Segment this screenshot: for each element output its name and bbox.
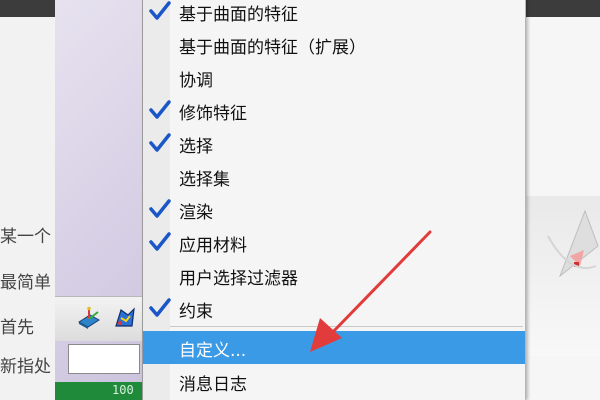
menu-item-label: 消息日志: [179, 375, 247, 395]
background-right-title-bar: [524, 0, 600, 17]
menu-item-surface-features[interactable]: 基于曲面的特征: [143, 0, 525, 28]
checkmark-icon: [148, 230, 172, 254]
background-text-line: 最简单: [0, 273, 51, 293]
checkmark-icon: [148, 296, 172, 320]
background-article-panel: [0, 17, 55, 400]
menu-item-label: 自定义...: [179, 341, 247, 361]
menu-item-message-log[interactable]: 消息日志: [143, 365, 525, 398]
menu-item-label: 协调: [179, 71, 213, 91]
background-text-line: 某一个: [0, 227, 51, 247]
background-text-line: 首先: [0, 318, 34, 338]
status-text: 100: [112, 383, 134, 397]
menu-item-selection-set[interactable]: 选择集: [143, 160, 525, 193]
background-text-line: 新指处: [0, 357, 51, 377]
menu-item-label: 基于曲面的特征: [179, 5, 298, 25]
menu-item-label: 应用材料: [179, 236, 247, 256]
toolbar-part-icon[interactable]: [112, 306, 138, 330]
menu-separator: [170, 326, 523, 327]
menu-item-customize[interactable]: 自定义...: [143, 331, 525, 364]
menu-item-coordinate[interactable]: 协调: [143, 61, 525, 94]
toolbar-axis-icon[interactable]: [76, 306, 102, 330]
menu-item-label: 用户选择过滤器: [179, 269, 298, 289]
menu-item-label: 选择: [179, 137, 213, 157]
menu-item-label: 基于曲面的特征（扩展）: [179, 38, 366, 58]
menu-item-surface-features-extended[interactable]: 基于曲面的特征（扩展）: [143, 28, 525, 61]
menu-item-label: 修饰特征: [179, 104, 247, 124]
menu-item-apply-material[interactable]: 应用材料: [143, 226, 525, 259]
checkmark-icon: [148, 98, 172, 122]
toolbar-input-field[interactable]: [68, 344, 140, 374]
menu-item-constraints[interactable]: 约束: [143, 292, 525, 325]
checkmark-icon: [148, 131, 172, 155]
menu-item-label: 渲染: [179, 203, 213, 223]
menu-item-render[interactable]: 渲染: [143, 193, 525, 226]
menu-item-select[interactable]: 选择: [143, 127, 525, 160]
menu-item-label: 选择集: [179, 170, 230, 190]
checkmark-icon: [148, 197, 172, 221]
toolbar-context-menu: 基于曲面的特征 基于曲面的特征（扩展） 协调 修饰特征 选择 选择集 渲染 应用…: [142, 0, 526, 400]
checkmark-icon: [148, 0, 172, 23]
menu-item-label: 约束: [179, 302, 213, 322]
menu-item-user-selection-filter[interactable]: 用户选择过滤器: [143, 259, 525, 292]
model-preview-icon: [547, 209, 599, 278]
menu-item-cosmetic-features[interactable]: 修饰特征: [143, 94, 525, 127]
